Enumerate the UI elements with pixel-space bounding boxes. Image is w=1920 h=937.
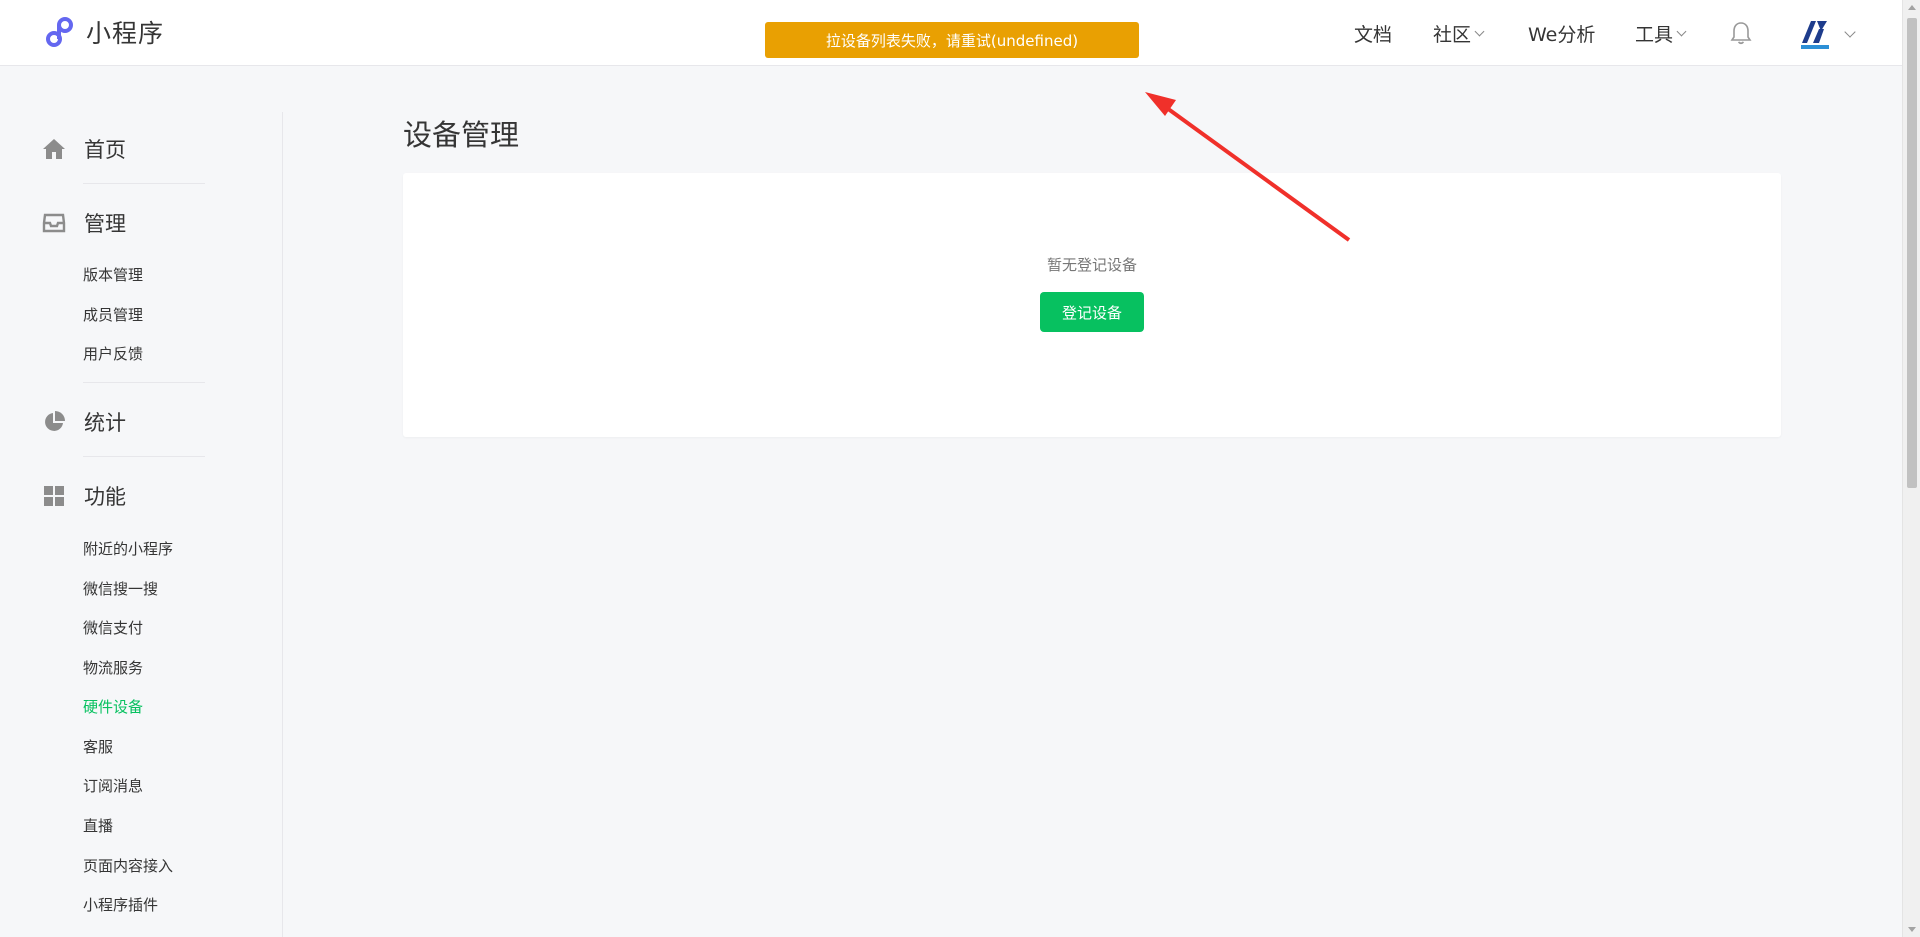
chevron-down-icon [1676,26,1687,36]
nav-analytics[interactable]: We分析 [1528,0,1595,66]
nav-docs-label: 文档 [1354,23,1393,46]
page-title: 设备管理 [403,118,520,152]
nav-analytics-label: We分析 [1528,23,1596,46]
chevron-down-icon[interactable] [1844,26,1856,38]
nav-community[interactable]: 社区 [1433,0,1485,66]
sidebar-item-label: 首页 [84,138,126,162]
sidebar-divider [83,183,205,184]
scrollbar-thumb[interactable] [1907,18,1917,488]
sidebar-item-home[interactable]: 首页 [42,134,126,164]
sidebar-subitem-live[interactable]: 直播 [83,815,113,836]
top-bar: 小程序 拉设备列表失败，请重试(undefined) 文档 社区 We分析 工具 [0,0,1902,66]
sidebar-subitem-version[interactable]: 版本管理 [83,264,143,285]
sidebar-item-manage[interactable]: 管理 [42,208,126,238]
nav-community-label: 社区 [1433,23,1472,46]
nav-docs[interactable]: 文档 [1354,0,1392,66]
sidebar-divider [83,456,205,457]
scroll-up-icon[interactable] [1908,5,1916,10]
sidebar-subitem-logistics[interactable]: 物流服务 [83,657,143,678]
sidebar-item-label: 功能 [84,485,126,509]
sidebar-subitem-subscribe[interactable]: 订阅消息 [83,775,143,796]
nav-tools-label: 工具 [1635,23,1674,46]
mini-program-logo-icon [46,17,73,47]
bell-icon[interactable] [1730,21,1752,45]
sidebar-subitem-members[interactable]: 成员管理 [83,304,143,325]
sidebar-subitem-search[interactable]: 微信搜一搜 [83,578,158,599]
avatar[interactable] [1799,17,1831,51]
register-device-button[interactable]: 登记设备 [1040,292,1144,332]
grid-icon [44,486,64,506]
scrollbar[interactable] [1902,0,1920,937]
sidebar-subitem-hardware[interactable]: 硬件设备 [83,696,143,717]
chevron-down-icon [1474,26,1485,36]
sidebar-divider [282,112,283,937]
sidebar-item-stats[interactable]: 统计 [42,407,126,437]
empty-state-text: 暂无登记设备 [1046,256,1137,274]
sidebar-item-label: 管理 [84,212,126,236]
sidebar-subitem-page-content[interactable]: 页面内容接入 [83,855,173,876]
sidebar-subitem-customer-service[interactable]: 客服 [83,736,113,757]
app-name: 小程序 [86,19,165,48]
device-card: 暂无登记设备 登记设备 [403,173,1781,437]
nav-tools[interactable]: 工具 [1635,0,1687,66]
sidebar-subitem-nearby[interactable]: 附近的小程序 [83,538,173,559]
scroll-down-icon[interactable] [1908,927,1916,932]
error-toast: 拉设备列表失败，请重试(undefined) [765,22,1139,58]
annotation-arrow [1145,92,1351,242]
logo[interactable]: 小程序 [42,14,164,50]
sidebar-item-label: 统计 [84,411,126,435]
inbox-icon [42,213,66,233]
sidebar-subitem-feedback[interactable]: 用户反馈 [83,343,143,364]
sidebar-subitem-plugins[interactable]: 小程序插件 [83,894,158,915]
pie-chart-icon [45,411,65,431]
sidebar-item-features[interactable]: 功能 [42,481,126,511]
home-icon [43,139,65,159]
sidebar-divider [83,382,205,383]
sidebar-subitem-pay[interactable]: 微信支付 [83,617,143,638]
